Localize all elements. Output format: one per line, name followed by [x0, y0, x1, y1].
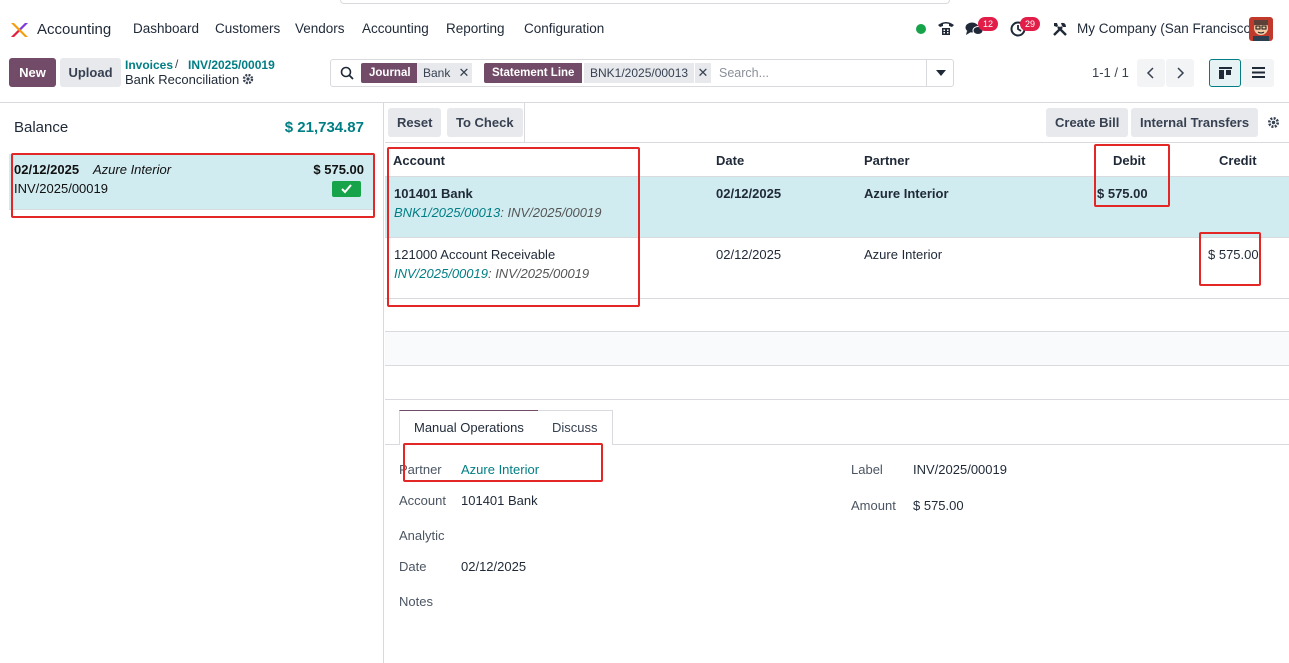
analytic-label: Analytic	[399, 528, 445, 543]
row-date: 02/12/2025	[716, 247, 782, 262]
label-label: Label	[851, 462, 883, 477]
list-icon	[1252, 67, 1265, 78]
chevron-left-icon	[1146, 67, 1154, 79]
partner-label: Partner	[399, 462, 442, 477]
accounting-app-icon[interactable]	[9, 20, 29, 40]
row-partner: Azure Interior	[864, 186, 949, 201]
amount-label: Amount	[851, 498, 896, 513]
pager-next-button[interactable]	[1166, 59, 1194, 87]
toolbar-separator	[524, 103, 525, 142]
search-input[interactable]	[719, 64, 919, 82]
company-switcher[interactable]: My Company (San Francisco)	[1077, 21, 1256, 36]
date-field[interactable]: 02/12/2025	[461, 559, 526, 574]
row-reference-link[interactable]: INV/2025/00019	[394, 266, 488, 281]
label-field[interactable]: INV/2025/00019	[913, 462, 1007, 477]
row-credit: $ 575.00	[1208, 247, 1259, 262]
checkmark-icon	[341, 184, 352, 194]
facet-journal-value: Bank	[417, 63, 457, 83]
upload-button[interactable]: Upload	[60, 58, 121, 87]
breadcrumb-separator: /	[175, 57, 179, 71]
row-reference-link[interactable]: BNK1/2025/00013	[394, 205, 500, 220]
facet-statement-line-remove-icon[interactable]: ✕	[695, 63, 711, 83]
facet-statement-line-value: BNK1/2025/00013	[584, 63, 695, 83]
pager-previous-button[interactable]	[1137, 59, 1165, 87]
new-button[interactable]: New	[9, 58, 56, 87]
search-bar[interactable]: Journal Bank ✕ Statement Line BNK1/2025/…	[330, 59, 954, 87]
empty-row	[385, 366, 1289, 400]
date-label: Date	[399, 559, 427, 574]
tab-manual-operations[interactable]: Manual Operations	[399, 410, 539, 445]
menu-vendors[interactable]: Vendors	[295, 21, 345, 36]
internal-transfers-button[interactable]: Internal Transfers	[1131, 108, 1259, 137]
statement-line-date: 02/12/2025	[14, 162, 80, 177]
reconciled-badge	[332, 181, 361, 197]
activities-badge: 29	[1020, 17, 1040, 31]
phone-icon[interactable]	[937, 20, 955, 36]
row-partner: Azure Interior	[864, 247, 943, 262]
balance-label: Balance	[14, 119, 69, 136]
statement-lines-panel: Balance $ 21,734.87 02/12/2025 Azure Int…	[0, 103, 384, 663]
debug-tools-icon[interactable]	[1052, 21, 1068, 37]
row-reference-text: : INV/2025/00019	[500, 205, 602, 220]
column-header-account: Account	[393, 153, 445, 168]
app-name[interactable]: Accounting	[37, 21, 111, 38]
balance-value: $ 21,734.87	[284, 119, 364, 136]
row-debit: $ 575.00	[1097, 186, 1148, 201]
row-account: 121000 Account Receivable	[394, 247, 556, 262]
menu-dashboard[interactable]: Dashboard	[133, 21, 199, 36]
column-header-debit: Debit	[1113, 153, 1146, 168]
amount-field[interactable]: $ 575.00	[913, 498, 964, 513]
facet-journal-remove-icon[interactable]: ✕	[456, 63, 472, 83]
menu-reporting[interactable]: Reporting	[446, 21, 505, 36]
navbar-top-strip	[340, 0, 950, 4]
presence-status-icon	[916, 24, 926, 34]
caret-down-icon	[936, 70, 946, 76]
account-label: Account	[399, 493, 446, 508]
account-field[interactable]: 101401 Bank	[461, 493, 538, 508]
empty-row	[385, 332, 1289, 366]
column-header-credit: Credit	[1219, 153, 1257, 168]
to-check-button[interactable]: To Check	[447, 108, 523, 137]
partner-field[interactable]: Azure Interior	[461, 462, 539, 477]
breadcrumb-invoice-number[interactable]: INV/2025/00019	[188, 58, 275, 72]
table-row[interactable]: 101401 Bank BNK1/2025/00013: INV/2025/00…	[385, 177, 1289, 238]
statement-line-partner: Azure Interior	[93, 162, 172, 177]
settings-gear-icon[interactable]	[1267, 116, 1280, 129]
facet-statement-line-label: Statement Line	[484, 63, 583, 83]
menu-customers[interactable]: Customers	[215, 21, 280, 36]
list-view-button[interactable]	[1242, 59, 1274, 87]
row-reference-text: : INV/2025/00019	[487, 266, 590, 281]
search-icon	[340, 66, 354, 80]
statement-line-amount: $ 575.00	[313, 162, 364, 177]
chevron-right-icon	[1177, 67, 1185, 79]
user-avatar[interactable]	[1249, 17, 1273, 41]
column-header-date: Date	[716, 153, 745, 168]
row-reference: INV/2025/00019: INV/2025/00019	[394, 266, 589, 281]
statement-line-reference: INV/2025/00019	[14, 181, 108, 196]
menu-configuration[interactable]: Configuration	[524, 21, 604, 36]
gear-icon[interactable]	[242, 73, 254, 85]
facet-journal-label: Journal	[361, 63, 419, 83]
lines-grid-header: Account Date Partner Debit Credit	[385, 142, 1289, 177]
pager-value[interactable]: 1-1 / 1	[1092, 65, 1129, 80]
menu-accounting[interactable]: Accounting	[362, 21, 429, 36]
row-date: 02/12/2025	[716, 186, 782, 201]
top-navbar: Accounting Dashboard Customers Vendors A…	[0, 0, 1289, 59]
row-reference: BNK1/2025/00013: INV/2025/00019	[394, 205, 601, 220]
empty-row	[385, 298, 1289, 332]
row-account: 101401 Bank	[394, 186, 473, 201]
breadcrumb-invoices[interactable]: Invoices	[125, 58, 173, 72]
create-bill-button[interactable]: Create Bill	[1046, 108, 1129, 137]
messages-badge: 12	[978, 17, 998, 31]
table-row[interactable]: 121000 Account Receivable INV/2025/00019…	[385, 238, 1289, 299]
search-options-toggle[interactable]	[926, 60, 953, 86]
kanban-view-button[interactable]	[1209, 59, 1241, 87]
notes-label: Notes	[399, 594, 433, 609]
page-title: Bank Reconciliation	[125, 72, 240, 87]
tab-discuss[interactable]: Discuss	[538, 410, 613, 445]
column-header-partner: Partner	[864, 153, 910, 168]
reset-button[interactable]: Reset	[388, 108, 442, 137]
kanban-icon	[1219, 67, 1232, 79]
statement-line-card[interactable]: 02/12/2025 Azure Interior $ 575.00 INV/2…	[9, 154, 374, 210]
